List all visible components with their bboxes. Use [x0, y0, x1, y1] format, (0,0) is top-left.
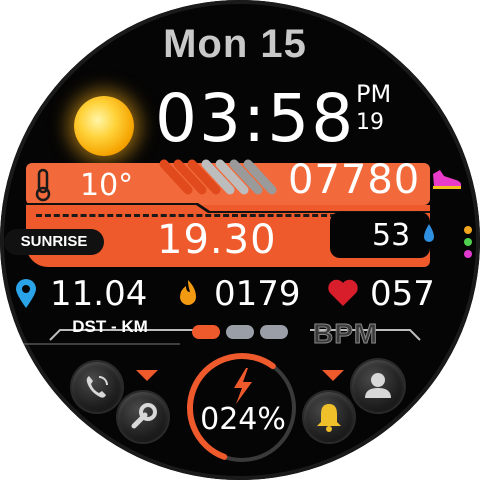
heart-icon: [328, 279, 358, 306]
battery-value: 024%: [200, 402, 286, 437]
steps-value: 07780: [288, 157, 421, 203]
calories-value: 0179: [214, 274, 301, 314]
humidity-value: 53: [372, 218, 411, 253]
progress-stripes: [159, 159, 277, 195]
lightning-icon: [234, 368, 252, 404]
thermometer-icon: [35, 168, 51, 202]
phone-button[interactable]: [72, 362, 122, 412]
heart-rate-value: 057: [370, 274, 435, 314]
contacts-button[interactable]: [352, 360, 404, 412]
settings-button[interactable]: [118, 392, 168, 442]
page-indicator: [226, 325, 254, 339]
page-indicator: [260, 325, 288, 339]
bpm-label: BPM: [312, 318, 379, 350]
date-label: Mon 15: [163, 22, 307, 66]
page-indicator-active: [192, 325, 220, 339]
flame-icon: [180, 280, 196, 305]
triangle-indicator: [322, 370, 344, 381]
distance-value: 11.04: [50, 274, 148, 314]
temperature-value: 10°: [80, 168, 134, 203]
location-pin-icon: [16, 279, 36, 308]
indicator-dot: [464, 226, 472, 234]
alarm-button[interactable]: [304, 392, 354, 442]
wrench-icon: [131, 403, 157, 429]
triangle-indicator: [136, 370, 158, 381]
water-drop-icon: [424, 224, 434, 242]
ampm-label: PM: [356, 80, 392, 108]
bell-icon: [317, 404, 341, 432]
time-display: 03:58: [155, 80, 356, 157]
distance-unit-label: DST - KM: [72, 317, 148, 336]
sun-icon: [74, 96, 134, 156]
seconds-label: 19: [356, 110, 384, 135]
sunrise-time: 19.30: [157, 217, 277, 263]
person-icon: [365, 373, 391, 398]
indicator-dot: [464, 250, 472, 258]
indicator-dot: [464, 238, 472, 246]
watch-face: Mon 15 03:58 PM 19 10° 07780 SUNRISE 19.…: [0, 0, 480, 480]
sunrise-label: SUNRISE: [4, 229, 104, 255]
phone-icon: [86, 376, 108, 398]
shoe-icon: [433, 170, 462, 189]
